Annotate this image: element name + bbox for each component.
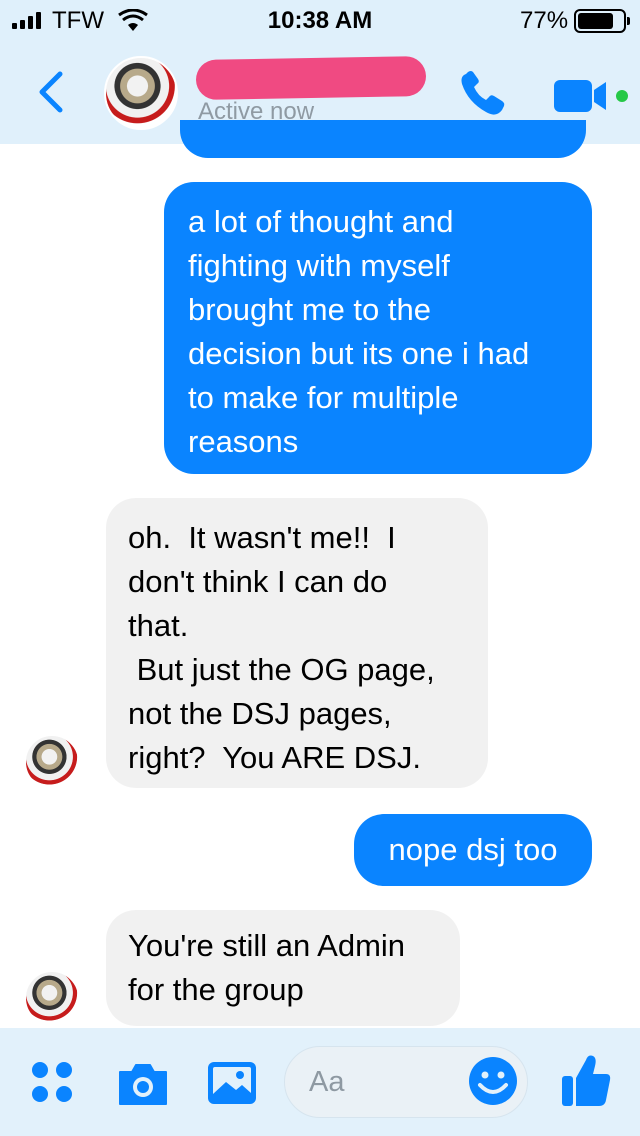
contact-avatar[interactable] — [104, 56, 178, 130]
camera-icon[interactable] — [116, 1062, 170, 1106]
received-message[interactable]: oh. It wasn't me!! I don't think I can d… — [106, 498, 488, 788]
sender-avatar[interactable] — [24, 734, 80, 790]
photo-gallery-icon[interactable] — [206, 1060, 258, 1106]
received-message[interactable]: You're still an Admin for the group — [106, 910, 460, 1026]
back-chevron-icon[interactable] — [30, 68, 74, 116]
thumbs-up-icon[interactable] — [560, 1052, 612, 1108]
message-composer — [0, 1028, 640, 1136]
battery-icon — [574, 9, 630, 33]
more-apps-icon[interactable] — [32, 1062, 76, 1106]
battery-percentage: 77% — [520, 7, 569, 34]
emoji-icon[interactable] — [467, 1055, 519, 1107]
previous-message-partial — [180, 120, 586, 158]
video-call-icon[interactable] — [552, 76, 632, 116]
sent-message[interactable]: nope dsj too — [354, 814, 592, 886]
sent-message[interactable]: a lot of thought and fighting with mysel… — [164, 182, 592, 474]
redacted-contact-name — [195, 55, 427, 101]
message-input[interactable] — [309, 1057, 479, 1107]
sender-avatar[interactable] — [24, 970, 80, 1026]
status-bar: TFW 10:38 AM 77% — [0, 0, 640, 40]
online-dot-icon — [616, 90, 628, 102]
phone-call-icon[interactable] — [456, 68, 512, 120]
message-input-field[interactable] — [284, 1046, 528, 1118]
